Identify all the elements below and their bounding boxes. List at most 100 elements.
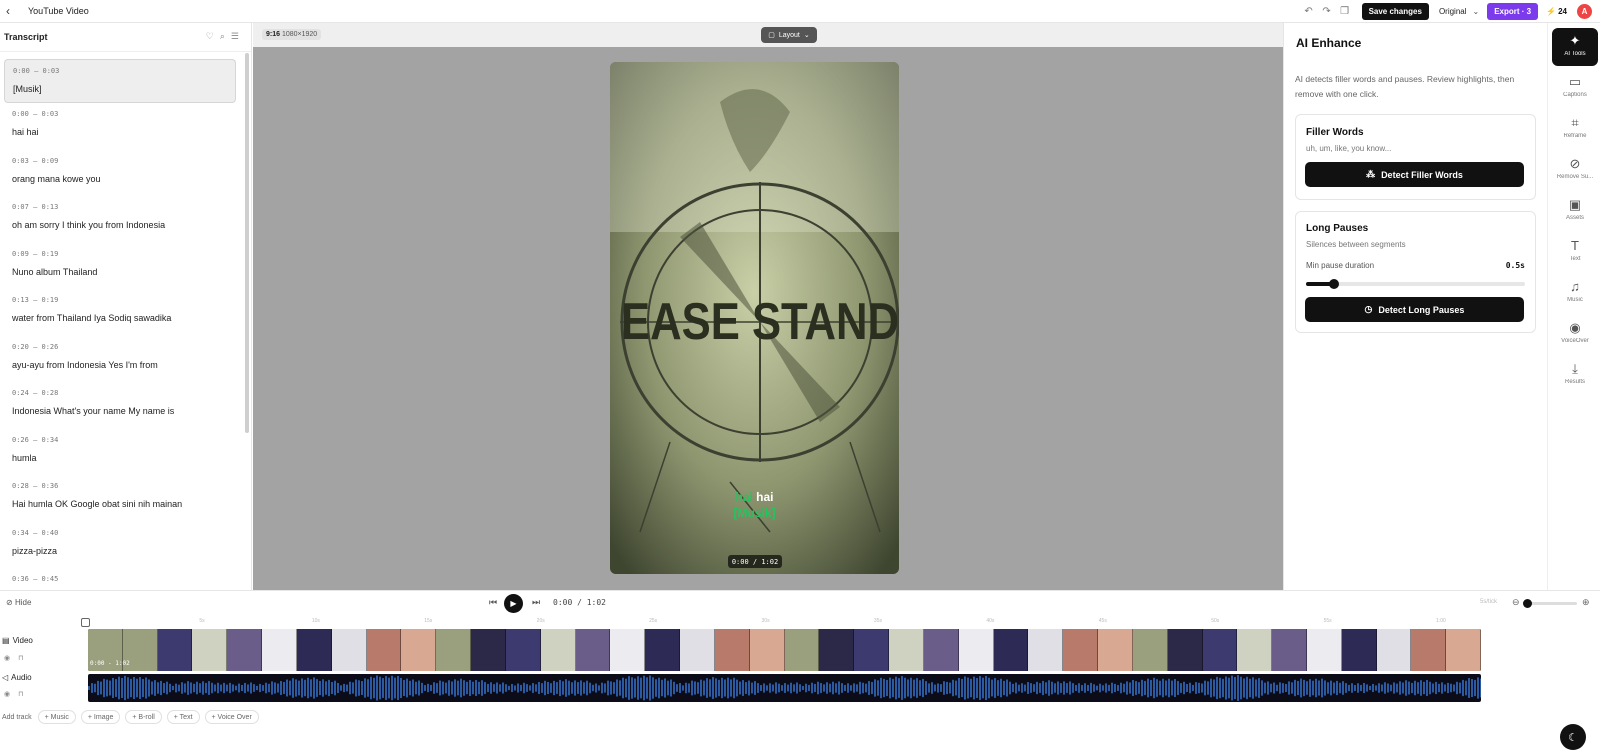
min-pause-value: 0.5s [1505,261,1525,270]
segment-text: water from Thailand Iya Sodiq sawadika [12,313,172,323]
audio-track-clip[interactable] [88,674,1481,702]
waveform-bar [1042,680,1044,696]
waveform-bar [658,677,660,699]
waveform-bar [928,683,930,693]
transcript-segment[interactable]: 0:03 – 0:09 orang mana kowe you [4,150,236,197]
layout-button[interactable]: ▢ Layout ⌄ [761,27,817,43]
text-icon: T [1571,238,1579,253]
waveform-bar [730,679,732,697]
transcript-segment[interactable]: 0:34 – 0:40 pizza-pizza [4,522,236,569]
waveform-bar [847,683,849,693]
transcript-segment[interactable]: 0:00 – 0:03 [Musik] [4,59,236,103]
rail-item-assets[interactable]: ▣ Assets [1552,192,1598,230]
copy-icon[interactable]: ❐ [1336,3,1354,21]
arrow-left-icon[interactable]: ‹ [6,4,18,18]
lock-icon[interactable]: ⊓ [18,654,23,662]
save-changes-button[interactable]: Save changes [1361,3,1429,20]
project-title[interactable]: YouTube Video [28,6,89,16]
slider-thumb[interactable] [1329,279,1340,289]
eye-icon[interactable]: ◉ [4,690,10,698]
add-image-chip[interactable]: + Image [80,710,121,724]
skip-back-icon[interactable]: ⏮ [489,597,497,608]
waveform-bar [127,677,129,699]
detect-long-pauses-button[interactable]: ◷ Detect Long Pauses [1305,297,1524,322]
waveform-bar [1402,682,1404,694]
transcript-segment[interactable]: 0:28 – 0:36 Hai humla OK Google obat sini… [4,475,236,522]
rail-item-results[interactable]: ⤓ Results [1552,356,1598,394]
waveform-bar [1273,682,1275,694]
transcript-segment[interactable]: 0:24 – 0:28 Indonesia What's your name My… [4,382,236,429]
waveform-bar [253,684,255,692]
aspect-select[interactable]: Original ⌄ [1433,3,1483,20]
zoom-slider-thumb[interactable] [1523,599,1532,608]
transcript-segment[interactable]: 0:07 – 0:13 oh am sorry I think you from … [4,196,236,243]
chat-assistant-button[interactable]: ☾ [1560,724,1586,750]
transcript-segment[interactable]: 0:13 – 0:19 water from Thailand Iya Sodiq… [4,289,236,336]
eye-icon[interactable]: ◉ [4,654,10,662]
timeline-ruler[interactable]: 5s 10s 15s 20s 25s 30s 35s 40s 45s 50s 55s 1:00 [87,614,1481,628]
filter-icon[interactable]: ☰ [231,31,239,42]
waveform-bar [1324,680,1326,696]
transcript-scrollbar[interactable] [245,53,249,433]
min-pause-slider[interactable] [1306,279,1525,289]
transcript-segment[interactable]: 0:20 – 0:26 ayu-ayu from Indonesia Yes I'… [4,336,236,383]
zoom-slider[interactable] [1523,599,1577,608]
waveform-bar [1006,679,1008,697]
video-thumbnail [1132,629,1168,671]
rail-item-reframe[interactable]: ⌗ Reframe [1552,110,1598,148]
waveform-bar [490,682,492,694]
rail-item-ai-tools[interactable]: ✦ AI Tools [1552,28,1598,66]
add-text-chip[interactable]: + Text [166,710,200,724]
waveform-bar [1207,681,1209,695]
export-button[interactable]: Export · 3 [1487,3,1539,20]
hide-timeline-button[interactable]: ⊘ Hide [6,598,31,607]
rail-item-voiceover[interactable]: ◉ VoiceOver [1552,315,1598,353]
undo-icon[interactable]: ↶ [1300,3,1318,21]
preview-header: 9:16 1080×1920 ▢ Layout ⌄ [253,23,1283,47]
bulb-icon[interactable]: ♡ [206,31,214,42]
waveform-bar [661,679,663,697]
transcript-segment[interactable]: 0:09 – 0:19 Nuno album Thailand [4,243,236,290]
waveform-bar [1228,677,1230,699]
waveform-bar [238,683,240,693]
search-icon[interactable]: ⌕ [220,31,225,42]
video-preview[interactable]: EASE STAND hai hai [Musik] 0:00 / 1:02 [610,62,899,574]
waveform-bar [259,683,261,693]
rail-item-captions[interactable]: ▭ Captions [1552,69,1598,107]
rail-item-music[interactable]: ♫ Music [1552,274,1598,312]
video-thumbnail [714,629,750,671]
add-voice-over-chip[interactable]: + Voice Over [204,710,259,724]
waveform-bar [862,682,864,694]
ruler-tick: 20s [536,618,545,624]
download-icon: ⤓ [1572,361,1578,376]
video-thumbnail [680,629,715,671]
rail-item-text[interactable]: T Text [1552,233,1598,271]
redo-icon[interactable]: ↷ [1318,3,1336,21]
transcript-segment[interactable]: 0:26 – 0:34 humla [4,429,236,476]
zoom-in-icon[interactable]: ⊕ [1582,597,1590,608]
skip-forward-icon[interactable]: ⏭ [532,597,540,608]
zoom-out-icon[interactable]: ⊖ [1512,597,1520,608]
video-thumbnail [1098,629,1133,671]
segment-text: humla [12,452,37,463]
add-music-chip[interactable]: + Music [37,710,76,724]
add-b-roll-chip[interactable]: + B-roll [125,710,162,724]
playback-time: 0:00 / 1:02 [553,598,606,607]
transcript-segment[interactable]: 0:36 – 0:45 [4,568,236,590]
waveform-bar [520,684,522,692]
detect-filler-words-button[interactable]: ⁂ Detect Filler Words [1305,162,1524,187]
video-track-clip[interactable]: 0:00 - 1:02 [88,629,1481,671]
ruler-tick: 30s [761,618,770,624]
transcript-segment[interactable]: 0:00 – 0:03 hai hai [4,103,236,150]
play-button[interactable]: ▶ [504,594,523,613]
waveform-bar [817,681,819,695]
waveform-bar [808,684,810,692]
rail-item-remove-su[interactable]: ⊘ Remove Su... [1552,151,1598,189]
lock-icon[interactable]: ⊓ [18,690,23,698]
waveform-bar [706,678,708,698]
waveform-bar [214,684,216,692]
waveform-bar [529,685,531,691]
avatar[interactable]: A [1577,4,1592,19]
playhead-handle[interactable] [81,618,90,627]
waveform-bar [613,682,615,694]
